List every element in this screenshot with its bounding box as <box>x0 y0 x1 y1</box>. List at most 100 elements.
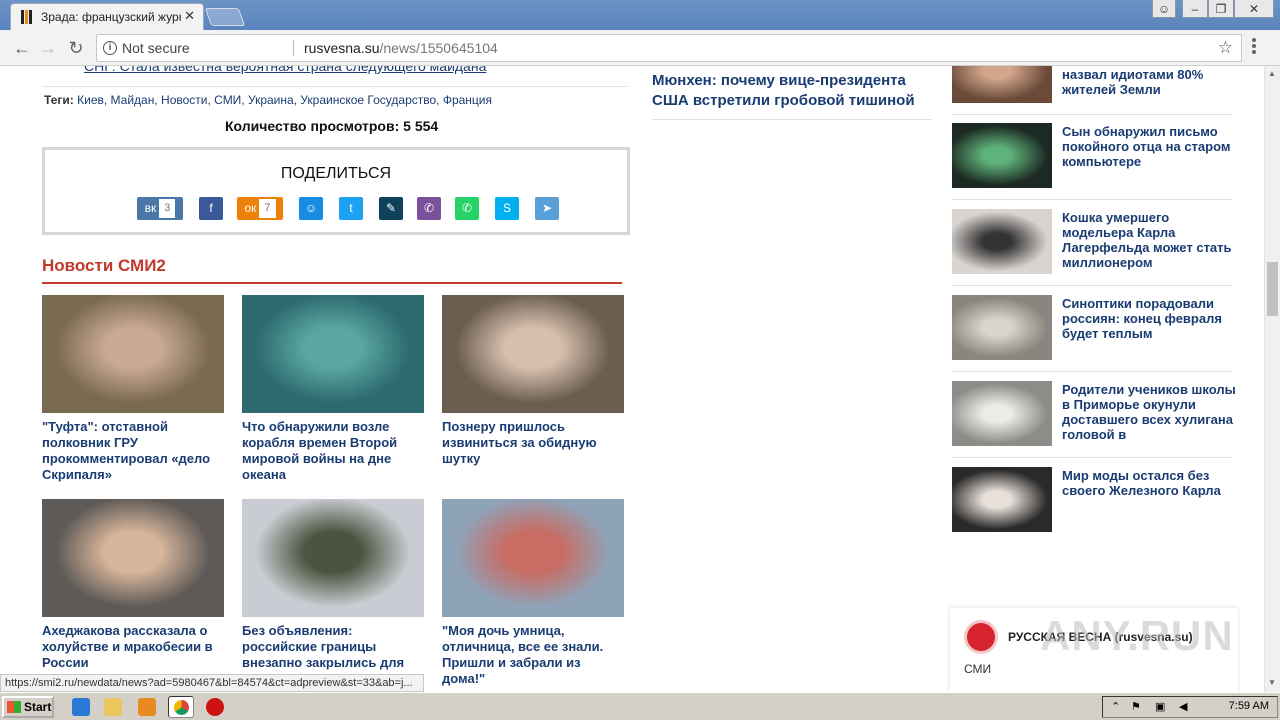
chrome-icon[interactable] <box>168 696 194 718</box>
sidebar-news-image[interactable] <box>952 123 1052 188</box>
start-button[interactable]: Start <box>2 696 54 718</box>
stop-icon[interactable] <box>206 698 224 716</box>
sidebar-news-image[interactable] <box>952 295 1052 360</box>
share-vk-button[interactable]: вк 3 <box>137 197 183 220</box>
facebook-icon: f <box>209 201 213 215</box>
anyrun-watermark: ANY.RUN <box>1040 612 1234 659</box>
tag-link[interactable]: Франция <box>443 93 492 107</box>
tag-link[interactable]: Киев <box>77 93 104 107</box>
related-article-link[interactable]: СНГ: Стала известна вероятная страна сле… <box>84 66 486 74</box>
news-card-title[interactable]: "Туфта": отставной полковник ГРУ прокомм… <box>42 419 224 483</box>
sidebar-divider <box>952 114 1232 115</box>
sidebar-news-image[interactable] <box>952 381 1052 446</box>
restore-button[interactable]: ❐ <box>1208 0 1234 18</box>
news-card-image[interactable] <box>42 295 224 413</box>
moimir-icon: ☺ <box>304 201 318 215</box>
viber-icon: ✆ <box>423 201 435 215</box>
menu-icon[interactable] <box>1252 38 1256 56</box>
flag-icon[interactable]: ⚑ <box>1131 700 1141 713</box>
share-moimir-button[interactable]: ☺ <box>299 197 323 220</box>
odnoklassniki-icon: ок <box>244 201 257 215</box>
sidebar-news-title[interactable]: Сын обнаружил письмо покойного отца на с… <box>1062 124 1237 169</box>
news-card-title[interactable]: Что обнаружили возле корабля времен Втор… <box>242 419 424 483</box>
minimize-button[interactable]: ‒ <box>1182 0 1208 18</box>
sidebar-news-title[interactable]: назвал идиотами 80% жителей Земли <box>1062 67 1237 97</box>
news-card-title[interactable]: Познеру пришлось извиниться за обидную ш… <box>442 419 624 467</box>
not-secure-label[interactable]: Not secure <box>122 40 190 56</box>
news-card-title[interactable]: "Моя дочь умница, отличница, все ее знал… <box>442 623 624 687</box>
scroll-thumb[interactable] <box>1267 262 1278 316</box>
info-icon[interactable]: i <box>103 41 117 55</box>
twitter-icon: t <box>349 201 353 215</box>
sidebar-news-title[interactable]: Синоптики порадовали россиян: конец февр… <box>1062 296 1237 341</box>
tab-close-icon[interactable]: ✕ <box>184 8 195 24</box>
sidebar-news-title[interactable]: Родители учеников школы в Приморье окуну… <box>1062 382 1237 442</box>
clock[interactable]: 7:59 AM <box>1229 700 1269 712</box>
status-bar-url: https://smi2.ru/newdata/news?ad=5980467&… <box>0 674 424 692</box>
tag-link[interactable]: Украина <box>248 93 294 107</box>
bookmark-star-icon[interactable]: ☆ <box>1218 38 1233 58</box>
windows-taskbar: Start ⌃ ⚑ ▣ ◀ 7:59 AM <box>0 692 1280 720</box>
share-viber-button[interactable]: ✆ <box>417 197 441 220</box>
back-arrow-icon[interactable]: ← <box>10 36 34 60</box>
browser-tab[interactable]: Зрада: французский журн ✕ <box>10 3 204 30</box>
windows-logo-icon <box>7 701 21 713</box>
url-domain: rusvesna.su <box>304 40 380 56</box>
sidebar-divider <box>952 285 1232 286</box>
news-card-image[interactable] <box>442 499 624 617</box>
forward-arrow-icon[interactable]: → <box>36 36 60 60</box>
close-window-button[interactable]: ✕ <box>1234 0 1274 18</box>
share-skype-button[interactable]: S <box>495 197 519 220</box>
network-icon[interactable]: ▣ <box>1155 700 1165 713</box>
share-title: ПОДЕЛИТЬСЯ <box>280 165 392 182</box>
news-card-image[interactable] <box>242 295 424 413</box>
sidebar-news-image[interactable] <box>952 66 1052 103</box>
share-odnoklassniki-button[interactable]: ок 7 <box>237 197 283 220</box>
folder-icon[interactable] <box>104 698 122 716</box>
profile-icon[interactable]: ☺ <box>1152 0 1176 18</box>
sidebar-news-image[interactable] <box>952 209 1052 274</box>
middle-news-title[interactable]: Мюнхен: почему вице-президента США встре… <box>652 71 942 111</box>
rusvesna-logo-icon <box>964 620 998 654</box>
tag-link[interactable]: Новости <box>161 93 207 107</box>
vk-icon: вк <box>144 201 157 215</box>
share-whatsapp-button[interactable]: ✆ <box>455 197 479 220</box>
scroll-down-icon[interactable]: ▼ <box>1268 678 1276 687</box>
tag-link[interactable]: Украинское Государство <box>300 93 436 107</box>
news-card-image[interactable] <box>42 499 224 617</box>
whatsapp-icon: ✆ <box>461 201 473 215</box>
url-text[interactable]: rusvesna.su/news/1550645104 <box>304 40 498 56</box>
new-tab-button[interactable] <box>204 8 246 26</box>
news-card-image[interactable] <box>442 295 624 413</box>
system-tray: ⌃ ⚑ ▣ ◀ 7:59 AM <box>1102 696 1278 718</box>
tag-link[interactable]: СМИ <box>214 93 241 107</box>
volume-icon[interactable]: ◀ <box>1179 700 1187 713</box>
sidebar-news-title[interactable]: Кошка умершего модельера Карла Лагерфель… <box>1062 210 1237 270</box>
tag-link[interactable]: Майдан <box>111 93 155 107</box>
share-facebook-button[interactable]: f <box>199 197 223 220</box>
scroll-up-icon[interactable]: ▲ <box>1268 69 1276 78</box>
media-player-icon[interactable] <box>138 698 156 716</box>
smi-divider <box>42 282 622 284</box>
news-card-title[interactable]: Ахеджакова рассказала о холуйстве и мрак… <box>42 623 224 671</box>
tray-arrow-icon[interactable]: ⌃ <box>1111 700 1120 713</box>
site-favicon-icon <box>21 10 35 24</box>
reload-icon[interactable]: ↻ <box>64 36 88 60</box>
news-card-title[interactable]: Без объявления: российские границы внеза… <box>242 623 424 671</box>
sidebar-divider <box>952 457 1232 458</box>
share-telegram-button[interactable]: ➤ <box>535 197 559 220</box>
address-bar[interactable]: i Not secure rusvesna.su/news/1550645104… <box>96 34 1242 62</box>
share-twitter-button[interactable]: t <box>339 197 363 220</box>
sidebar-news-image[interactable] <box>952 467 1052 532</box>
skype-icon: S <box>502 201 511 215</box>
sidebar-divider <box>952 199 1232 200</box>
ie-icon[interactable] <box>72 698 90 716</box>
divider <box>42 86 628 87</box>
views-count: Количество просмотров: 5 554 <box>225 118 439 134</box>
tab-title: Зрада: французский журн <box>41 10 181 24</box>
share-livejournal-button[interactable]: ✎ <box>379 197 403 220</box>
news-card-image[interactable] <box>242 499 424 617</box>
page-scrollbar[interactable]: ▲ ▼ <box>1264 66 1280 692</box>
smi-heading: Новости СМИ2 <box>42 256 166 275</box>
sidebar-news-title[interactable]: Мир моды остался без своего Железного Ка… <box>1062 468 1237 498</box>
